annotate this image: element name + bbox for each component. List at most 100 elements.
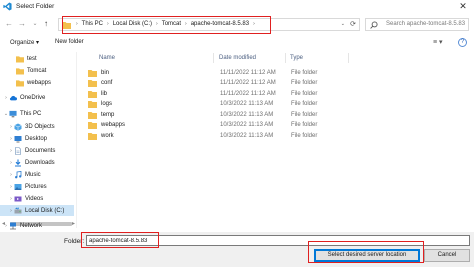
column-separator[interactable] [213, 53, 214, 63]
sidebar-item-network[interactable]: › Network [0, 221, 74, 231]
sidebar-item-pictures[interactable]: › Pictures [0, 181, 74, 192]
up-arrow-icon[interactable]: ↑ [41, 19, 51, 29]
desktop-icon [14, 135, 22, 142]
search-input[interactable]: Search apache-tomcat-8.5.83 [365, 18, 469, 31]
column-separator[interactable] [285, 53, 286, 63]
file-date-modified: 10/3/2022 11:13 AM [220, 111, 274, 118]
address-dropdown-icon[interactable]: ⌄ [341, 21, 345, 27]
window-title: Select Folder [16, 3, 55, 10]
drive-icon [14, 207, 22, 213]
sidebar-item-label: 3D Objects [25, 123, 55, 130]
file-date-modified: 10/3/2022 11:13 AM [220, 132, 274, 139]
documents-icon [15, 146, 21, 155]
breadcrumb-local-disk[interactable]: Local Disk (C:) [112, 21, 153, 27]
search-placeholder: Search apache-tomcat-8.5.83 [386, 21, 466, 27]
videos-icon [14, 196, 22, 201]
breadcrumb-this-pc[interactable]: This PC [81, 21, 104, 27]
file-type: File folder [291, 100, 318, 107]
file-name: lib [101, 90, 108, 97]
column-header-date-modified[interactable]: Date modified [219, 55, 256, 61]
sidebar-item-tomcat[interactable]: Tomcat [0, 65, 74, 76]
search-icon [370, 21, 378, 29]
sidebar-item-videos[interactable]: › Videos [0, 193, 74, 204]
file-name: bin [101, 69, 110, 76]
address-bar[interactable]: › This PC › Local Disk (C:) › Tomcat › a… [58, 18, 360, 31]
column-header-type[interactable]: Type [290, 55, 303, 61]
sidebar-item-downloads[interactable]: › Downloads [0, 157, 74, 168]
breadcrumb-apache-tomcat[interactable]: apache-tomcat-8.5.83 [190, 21, 250, 27]
sidebar-item-local-disk[interactable]: › Local Disk (C:) [0, 205, 74, 216]
view-options-icon[interactable]: ≡ ▾ [433, 38, 443, 46]
folder-icon [88, 122, 97, 129]
breadcrumb-separator-icon: › [185, 21, 187, 27]
sidebar-item-this-pc[interactable]: ⌄ This PC [0, 108, 74, 119]
folder-icon [88, 101, 97, 108]
folder-icon [88, 91, 97, 98]
breadcrumb-separator-icon: › [156, 21, 158, 27]
file-type: File folder [291, 121, 318, 128]
sidebar-item-3d-objects[interactable]: › 3D Objects [0, 121, 74, 132]
folder-label: Folder: [64, 238, 85, 245]
sidebar-item-test[interactable]: test [0, 53, 74, 64]
file-type: File folder [291, 132, 318, 139]
file-date-modified: 11/11/2022 11:12 AM [220, 90, 276, 97]
new-folder-button[interactable]: New folder [55, 39, 84, 45]
back-arrow-icon[interactable]: ← [4, 19, 14, 29]
help-icon[interactable]: ? [458, 38, 467, 47]
breadcrumb-separator-icon: › [76, 21, 78, 27]
organize-button[interactable]: Organize ▾ [10, 39, 39, 46]
cube-icon [14, 123, 22, 131]
sidebar-item-label: Music [25, 171, 41, 178]
close-icon[interactable]: ✕ [458, 1, 468, 11]
sidebar-item-label: Pictures [25, 183, 47, 190]
sidebar-item-desktop[interactable]: › Desktop [0, 133, 74, 144]
select-folder-button[interactable]: Select desired server location [314, 249, 420, 262]
file-name: conf [101, 79, 113, 86]
toolbar: Organize ▾ New folder ≡ ▾ ? [0, 36, 474, 51]
table-row[interactable]: work 10/3/2022 11:13 AM File folder [80, 131, 450, 141]
folder-icon [62, 22, 71, 29]
file-name: temp [101, 111, 115, 118]
recent-locations-chevron-icon[interactable]: ⌄ [30, 19, 40, 29]
forward-arrow-icon[interactable]: → [17, 19, 27, 29]
sidebar-item-onedrive[interactable]: › OneDrive [0, 92, 74, 103]
table-row[interactable]: temp 10/3/2022 11:13 AM File folder [80, 110, 450, 120]
navigation-bar: ← → ⌄ ↑ › This PC › Local Disk (C:) › To… [0, 14, 474, 34]
sidebar-item-documents[interactable]: › Documents [0, 145, 74, 156]
column-separator[interactable] [348, 53, 349, 63]
navigation-pane: test Tomcat webapps › OneDrive ⌄ This PC… [0, 52, 75, 228]
table-row[interactable]: logs 10/3/2022 11:13 AM File folder [80, 99, 450, 109]
folder-icon [88, 80, 97, 87]
folder-icon [88, 70, 97, 77]
table-row[interactable]: lib 11/11/2022 11:12 AM File folder [80, 89, 450, 99]
folder-name-input[interactable] [86, 235, 470, 246]
breadcrumb: › This PC › Local Disk (C:) › Tomcat › a… [73, 21, 258, 27]
cloud-icon [9, 95, 17, 100]
cancel-button[interactable]: Cancel [424, 249, 470, 262]
folder-icon [88, 133, 97, 140]
pane-divider[interactable] [76, 52, 77, 228]
table-row[interactable]: bin 11/11/2022 11:12 AM File folder [80, 68, 450, 78]
sidebar-item-label: Network [20, 223, 43, 229]
sidebar-item-label: Videos [25, 195, 44, 202]
column-headers: Name Date modified Type [78, 52, 473, 64]
breadcrumb-tomcat[interactable]: Tomcat [161, 21, 182, 27]
file-type: File folder [291, 69, 318, 76]
refresh-icon[interactable]: ⟳ [350, 20, 356, 28]
title-bar: Select Folder ✕ [0, 0, 474, 14]
file-name: webapps [101, 121, 126, 128]
sidebar-item-label: This PC [20, 110, 42, 117]
file-date-modified: 11/11/2022 11:12 AM [220, 79, 276, 86]
table-row[interactable]: conf 11/11/2022 11:12 AM File folder [80, 78, 450, 88]
sidebar-item-music[interactable]: › Music [0, 169, 74, 180]
sidebar-item-label: Tomcat [27, 67, 47, 74]
dialog-footer: Folder: Select desired server location C… [0, 232, 474, 267]
sidebar-item-label: OneDrive [20, 94, 46, 101]
sidebar-item-label: Desktop [25, 135, 48, 142]
breadcrumb-separator-icon: › [253, 21, 255, 27]
column-header-name[interactable]: Name [99, 55, 115, 61]
breadcrumb-separator-icon: › [107, 21, 109, 27]
file-date-modified: 10/3/2022 11:13 AM [220, 100, 274, 107]
sidebar-item-webapps[interactable]: webapps [0, 77, 74, 88]
table-row[interactable]: webapps 10/3/2022 11:13 AM File folder [80, 120, 450, 130]
